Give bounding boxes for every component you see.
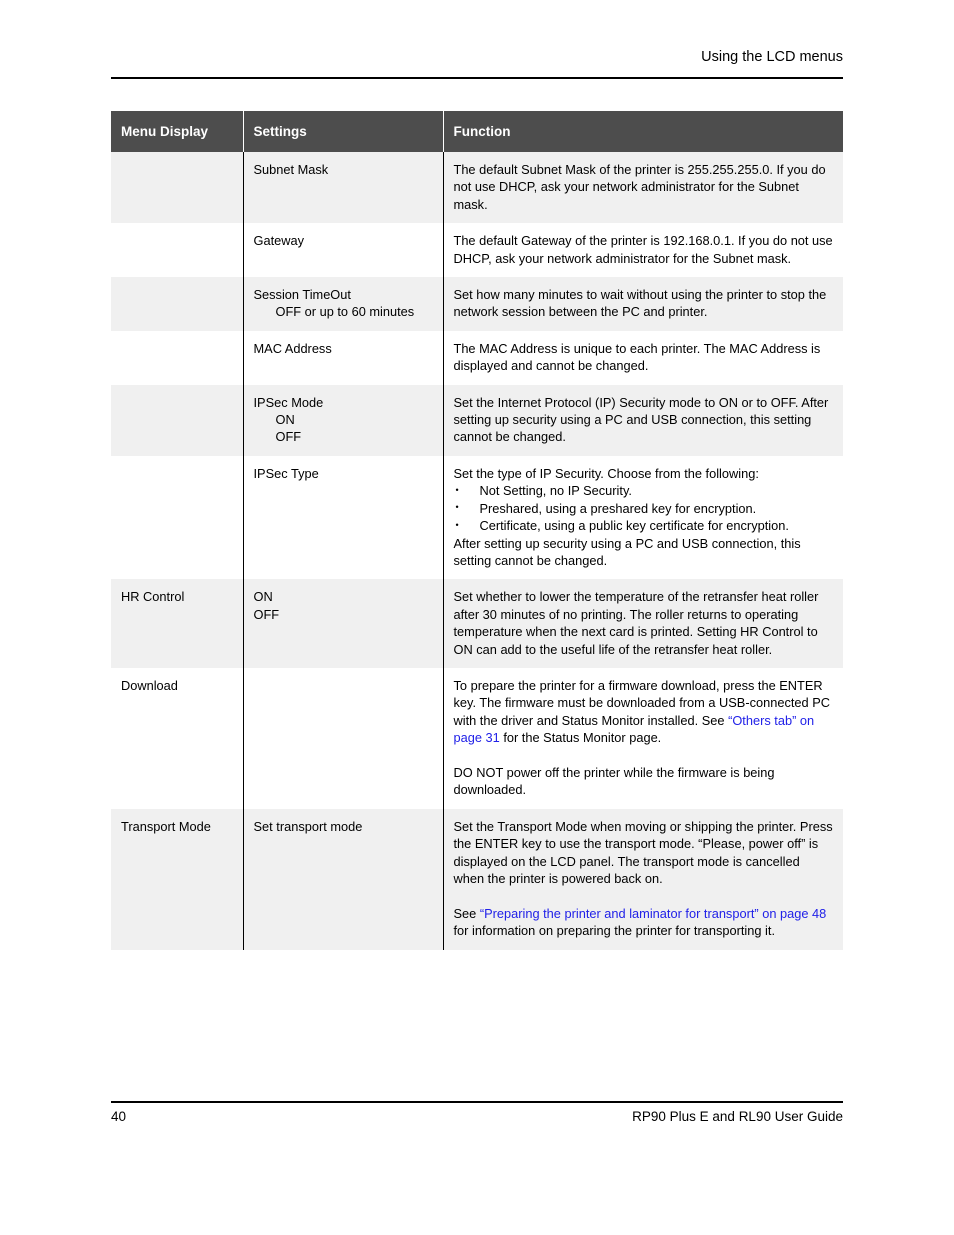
cell-settings: Subnet Mask	[243, 152, 444, 224]
running-header: Using the LCD menus	[701, 49, 843, 65]
function-paragraph-1: To prepare the printer for a firmware do…	[454, 677, 834, 747]
table-row: IPSec Mode ON OFF Set the Internet Proto…	[111, 384, 843, 456]
function-bullet-list: Not Setting, no IP Security. Preshared, …	[454, 482, 834, 535]
list-item: Not Setting, no IP Security.	[454, 482, 834, 500]
cell-settings: Session TimeOut OFF or up to 60 minutes	[243, 277, 444, 331]
function-paragraph-2: See “Preparing the printer and laminator…	[454, 905, 834, 940]
cell-menu-display: HR Control	[111, 579, 244, 668]
cell-settings: ON OFF	[243, 579, 444, 668]
cell-settings: IPSec Type	[243, 455, 444, 580]
table-row: Download To prepare the printer for a fi…	[111, 667, 843, 809]
page-number: 40	[111, 1109, 127, 1124]
settings-label: MAC Address	[253, 340, 332, 356]
cell-menu-display	[111, 223, 244, 278]
settings-option-off: OFF	[253, 606, 280, 622]
cell-menu-display: Download	[111, 667, 244, 809]
cell-settings: IPSec Mode ON OFF	[243, 384, 444, 456]
guide-title: RP90 Plus E and RL90 User Guide	[632, 1109, 843, 1124]
cell-menu-display: Transport Mode	[111, 808, 244, 950]
cell-settings: Gateway	[243, 223, 444, 278]
settings-option-on: ON	[253, 589, 273, 605]
settings-option-off: OFF	[275, 429, 302, 445]
table-row: Session TimeOut OFF or up to 60 minutes …	[111, 277, 843, 331]
table-header-row: Menu Display Settings Function	[111, 111, 843, 152]
list-item: Preshared, using a preshared key for enc…	[454, 499, 834, 517]
settings-label: IPSec Mode	[253, 394, 324, 410]
settings-label: IPSec Type	[253, 465, 319, 481]
settings-label: Gateway	[253, 233, 305, 249]
cell-function: The default Gateway of the printer is 19…	[443, 223, 843, 278]
function-text-after-link: for the Status Monitor page.	[499, 730, 662, 746]
list-item: Certificate, using a public key certific…	[454, 517, 834, 535]
function-text-before-link: See	[453, 905, 480, 921]
column-header-settings: Settings	[243, 111, 444, 152]
table-row: Gateway The default Gateway of the print…	[111, 223, 843, 278]
cell-menu-display	[111, 152, 244, 224]
column-header-menu-display: Menu Display	[111, 111, 244, 152]
cell-function: Set the type of IP Security. Choose from…	[443, 455, 843, 580]
cross-reference-link-preparing-for-transport[interactable]: “Preparing the printer and laminator for…	[480, 906, 826, 921]
column-header-function: Function	[443, 111, 843, 152]
cell-menu-display	[111, 330, 244, 385]
function-paragraph-1: Set the Transport Mode when moving or sh…	[453, 818, 833, 886]
function-intro: Set the type of IP Security. Choose from…	[453, 465, 759, 481]
cell-menu-display	[111, 455, 244, 580]
cell-function: To prepare the printer for a firmware do…	[443, 667, 843, 809]
cell-menu-display	[111, 384, 244, 456]
table-row: HR Control ON OFF Set whether to lower t…	[111, 579, 843, 668]
cell-function: The default Subnet Mask of the printer i…	[443, 152, 843, 224]
footer-rule	[111, 1101, 843, 1103]
settings-label: Subnet Mask	[253, 162, 329, 177]
table-row: IPSec Type Set the type of IP Security. …	[111, 455, 843, 580]
cell-settings	[243, 667, 444, 809]
cell-menu-display	[111, 277, 244, 331]
table-row: Subnet Mask The default Subnet Mask of t…	[111, 152, 843, 224]
cell-function: Set the Internet Protocol (IP) Security …	[443, 384, 843, 456]
function-outro: After setting up security using a PC and…	[453, 535, 801, 568]
header-rule	[111, 77, 843, 79]
settings-option-on: ON	[275, 412, 295, 428]
cell-function: Set whether to lower the temperature of …	[443, 579, 843, 668]
document-page: Using the LCD menus Menu Display Setting…	[0, 0, 954, 1235]
table-row: MAC Address The MAC Address is unique to…	[111, 330, 843, 385]
table-row: Transport Mode Set transport mode Set th…	[111, 808, 843, 950]
cell-settings: Set transport mode	[243, 808, 444, 950]
cell-function: Set how many minutes to wait without usi…	[443, 277, 843, 331]
lcd-menu-table: Menu Display Settings Function Subnet Ma…	[111, 111, 843, 950]
cell-function: Set the Transport Mode when moving or sh…	[443, 808, 843, 950]
function-paragraph-2: DO NOT power off the printer while the f…	[453, 764, 775, 798]
cell-function: The MAC Address is unique to each printe…	[443, 330, 843, 385]
settings-label: Session TimeOut	[253, 287, 351, 303]
cell-settings: MAC Address	[243, 330, 444, 385]
function-text-after-link: for information on preparing the printer…	[453, 923, 776, 939]
settings-option: OFF or up to 60 minutes	[275, 304, 415, 320]
